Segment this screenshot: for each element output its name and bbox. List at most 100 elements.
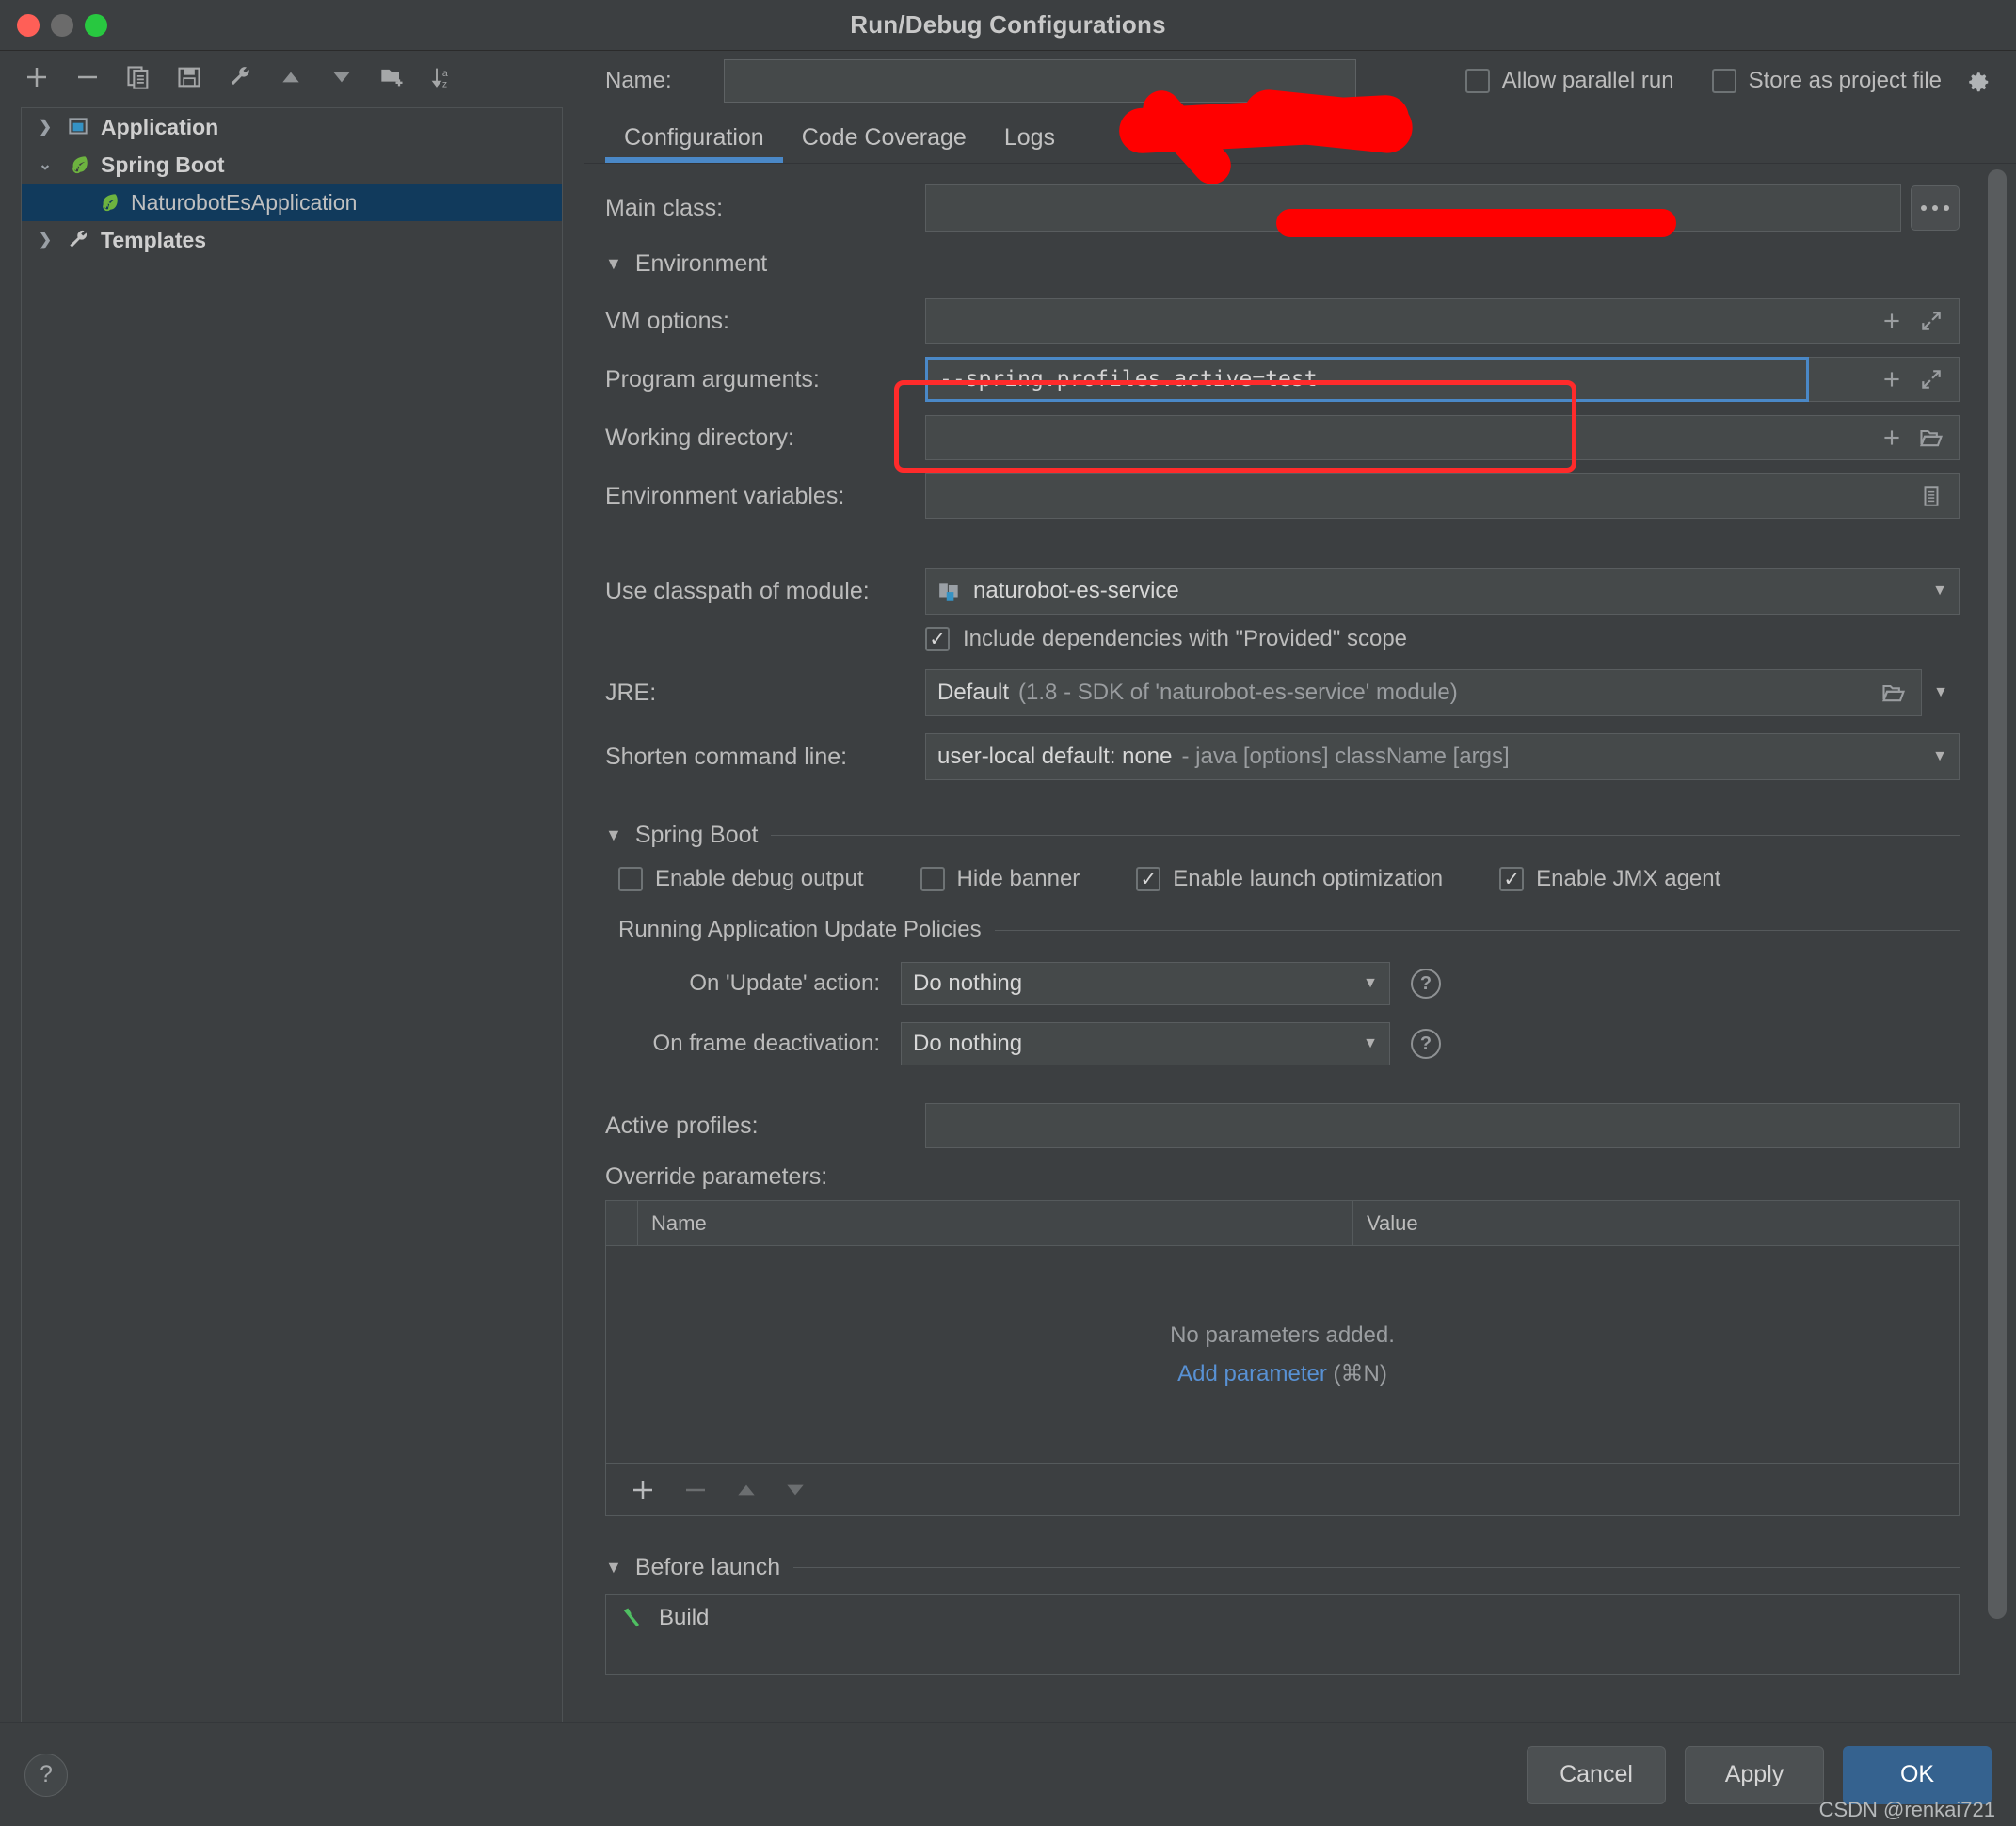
environment-variables-input[interactable]	[925, 473, 1960, 519]
collapse-triangle-icon[interactable]: ▼	[605, 1558, 622, 1578]
chevron-right-icon[interactable]: ❯	[35, 118, 56, 136]
save-configuration-button[interactable]	[173, 61, 205, 93]
checkbox-box[interactable]	[925, 627, 950, 651]
expand-editor-icon[interactable]	[1915, 305, 1947, 337]
new-folder-button[interactable]	[376, 61, 408, 93]
program-arguments-input[interactable]: --spring.profiles.active=test	[925, 357, 1809, 402]
tab-logs[interactable]: Logs	[985, 124, 1074, 163]
tab-code-coverage[interactable]: Code Coverage	[783, 124, 985, 163]
table-toolbar	[606, 1463, 1959, 1515]
shorten-command-line-hint: - java [options] className [args]	[1181, 744, 1510, 769]
module-icon	[937, 580, 962, 602]
remove-configuration-button[interactable]	[72, 61, 104, 93]
jre-select[interactable]: Default (1.8 - SDK of 'naturobot-es-serv…	[925, 669, 1922, 716]
checkbox-box[interactable]	[1464, 69, 1490, 93]
chevron-down-icon[interactable]: ▼	[1932, 748, 1947, 765]
name-input[interactable]	[724, 59, 1356, 103]
copy-configuration-button[interactable]	[122, 61, 154, 93]
browse-jre-folder-icon[interactable]	[1878, 677, 1910, 709]
checkbox-box[interactable]	[1499, 867, 1525, 891]
working-directory-label: Working directory:	[605, 424, 794, 451]
checkbox-box[interactable]	[1136, 867, 1161, 891]
shorten-command-line-label: Shorten command line:	[605, 743, 848, 770]
chevron-right-icon[interactable]: ❯	[35, 231, 56, 249]
browse-main-class-button[interactable]	[1911, 185, 1960, 231]
help-icon[interactable]: ?	[1411, 1029, 1441, 1059]
add-row-button[interactable]	[629, 1476, 657, 1504]
jre-value-hint: (1.8 - SDK of 'naturobot-es-service' mod…	[1018, 680, 1458, 705]
store-as-project-file-checkbox[interactable]: Store as project file	[1711, 67, 1992, 95]
chevron-down-icon[interactable]: ▼	[1363, 975, 1378, 992]
move-row-down-button[interactable]	[783, 1478, 808, 1502]
hide-banner-checkbox[interactable]: Hide banner	[920, 866, 1080, 892]
apply-button[interactable]: Apply	[1685, 1745, 1824, 1804]
checkbox-box[interactable]	[920, 867, 945, 891]
override-parameters-block: Override parameters: Name Value No param…	[605, 1163, 1960, 1516]
chevron-down-icon[interactable]: ▼	[1363, 1035, 1378, 1052]
use-classpath-of-module-select[interactable]: naturobot-es-service ▼	[925, 568, 1960, 615]
remove-row-button[interactable]	[681, 1476, 710, 1504]
move-row-up-button[interactable]	[734, 1478, 759, 1502]
gear-icon[interactable]	[1963, 67, 1992, 95]
column-header-value[interactable]: Value	[1353, 1201, 1959, 1245]
configuration-editor: Name: Allow parallel run Store as projec…	[584, 51, 2016, 1722]
help-button[interactable]: ?	[24, 1753, 68, 1797]
working-directory-input[interactable]	[925, 415, 1960, 460]
help-icon[interactable]: ?	[1411, 969, 1441, 999]
add-configuration-button[interactable]	[21, 61, 53, 93]
environment-section-header[interactable]: ▼ Environment	[605, 250, 1960, 278]
ok-button[interactable]: OK	[1843, 1745, 1992, 1804]
edit-templates-wrench-icon[interactable]	[224, 61, 256, 93]
footer-buttons: Cancel Apply OK	[1527, 1745, 1992, 1804]
add-macro-icon[interactable]	[1876, 305, 1908, 337]
store-as-project-file-label: Store as project file	[1748, 68, 1942, 93]
before-launch-list[interactable]: Build	[605, 1594, 1960, 1675]
collapse-triangle-icon[interactable]: ▼	[605, 825, 622, 845]
scrollbar-thumb[interactable]	[1988, 169, 2007, 1619]
allow-parallel-run-checkbox[interactable]: Allow parallel run	[1464, 68, 1674, 94]
jre-chevron-down-icon[interactable]: ▼	[1922, 684, 1960, 701]
add-parameter-link[interactable]: Add parameter	[1177, 1361, 1327, 1386]
column-header-name[interactable]: Name	[638, 1201, 1353, 1245]
name-row: Name: Allow parallel run Store as projec…	[584, 51, 2016, 192]
collapse-triangle-icon[interactable]: ▼	[605, 254, 622, 274]
editor-tabs: Configuration Code Coverage Logs	[584, 111, 2016, 164]
tree-item-label: NaturobotEsApplication	[131, 189, 358, 215]
vm-options-row: VM options:	[605, 298, 1960, 344]
enable-debug-output-checkbox[interactable]: Enable debug output	[618, 866, 864, 892]
enable-launch-optimization-checkbox[interactable]: Enable launch optimization	[1136, 866, 1443, 892]
include-provided-scope-checkbox[interactable]: Include dependencies with "Provided" sco…	[925, 626, 1960, 652]
edit-variables-icon[interactable]	[1915, 480, 1947, 512]
jre-value: Default	[937, 680, 1010, 705]
browse-folder-icon[interactable]	[1915, 422, 1947, 454]
active-profiles-input[interactable]	[925, 1103, 1960, 1148]
move-up-button[interactable]	[275, 61, 307, 93]
cancel-button[interactable]: Cancel	[1527, 1745, 1666, 1804]
before-launch-item-build[interactable]: Build	[619, 1605, 1945, 1631]
tree-item-spring-boot[interactable]: ⌄ Spring Boot	[22, 146, 562, 184]
tree-item-templates[interactable]: ❯ Templates	[22, 221, 562, 259]
on-frame-deactivation-value: Do nothing	[913, 1031, 1023, 1056]
before-launch-section-header[interactable]: ▼ Before launch	[605, 1554, 1960, 1581]
tab-configuration[interactable]: Configuration	[605, 124, 783, 163]
shorten-command-line-select[interactable]: user-local default: none - java [options…	[925, 733, 1960, 780]
chevron-down-icon[interactable]: ⌄	[35, 155, 56, 174]
add-macro-icon[interactable]	[1876, 422, 1908, 454]
form-scrollbar[interactable]	[1986, 169, 2008, 1717]
checkbox-box[interactable]	[1711, 69, 1736, 93]
tree-item-naturobot-es-application[interactable]: NaturobotEsApplication	[22, 184, 562, 221]
configurations-tree[interactable]: ❯ Application ⌄ Spring Boot NaturobotEsA…	[21, 107, 563, 1722]
enable-jmx-agent-checkbox[interactable]: Enable JMX agent	[1499, 866, 1720, 892]
on-update-action-select[interactable]: Do nothing ▼	[901, 962, 1390, 1005]
vm-options-input[interactable]	[925, 298, 1960, 344]
tree-item-application[interactable]: ❯ Application	[22, 108, 562, 146]
spring-boot-section-header[interactable]: ▼ Spring Boot	[605, 822, 1960, 849]
sort-configurations-button[interactable]: a z	[427, 61, 459, 93]
add-macro-icon[interactable]	[1876, 363, 1908, 395]
checkbox-box[interactable]	[618, 867, 643, 891]
table-gutter	[606, 1201, 638, 1245]
chevron-down-icon[interactable]: ▼	[1932, 583, 1947, 600]
expand-editor-icon[interactable]	[1915, 363, 1947, 395]
move-down-button[interactable]	[326, 61, 358, 93]
on-frame-deactivation-select[interactable]: Do nothing ▼	[901, 1022, 1390, 1065]
